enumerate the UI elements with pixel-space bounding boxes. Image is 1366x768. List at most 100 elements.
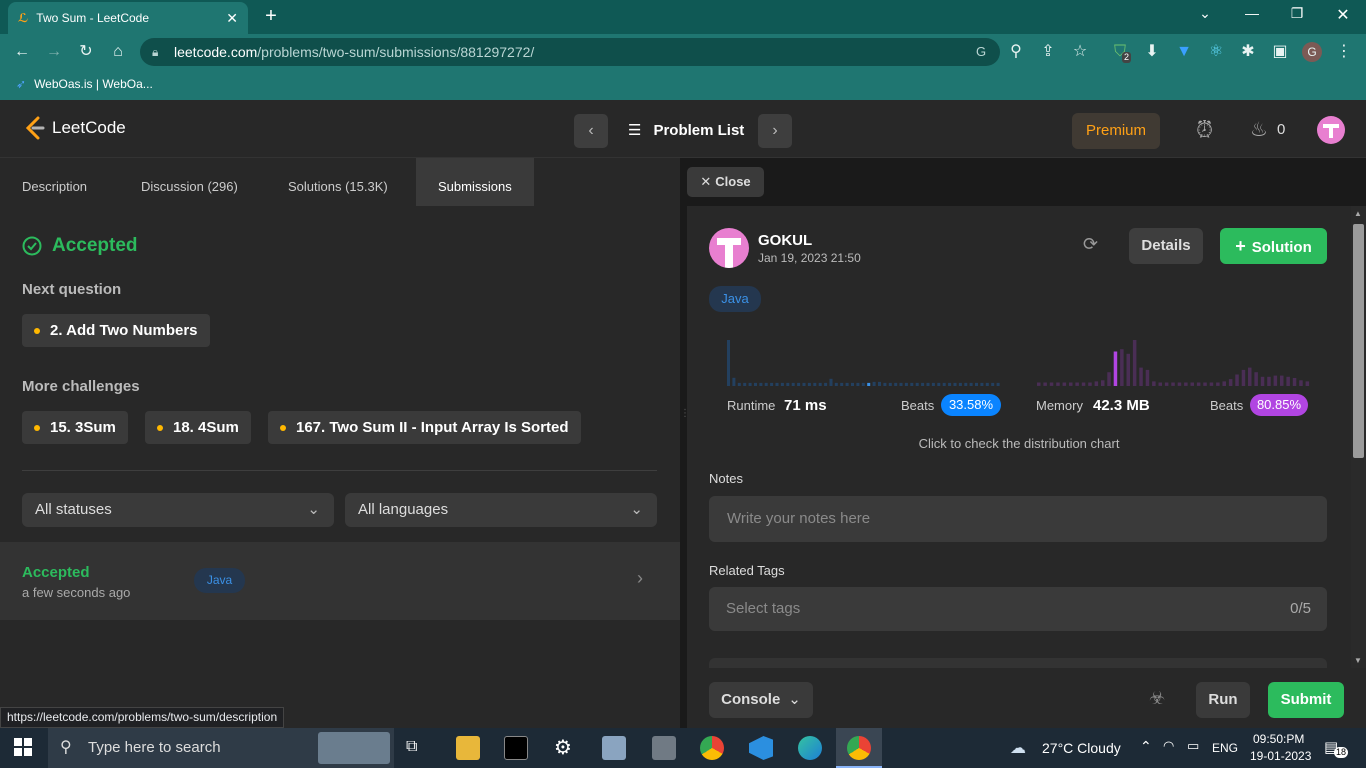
leetcode-logo[interactable]: LeetCode	[24, 116, 126, 140]
windows-taskbar: ⚲ Type here to search ⧉ ⚙ ☁ 27°C Cloudy …	[0, 728, 1366, 768]
run-button[interactable]: Run	[1196, 682, 1250, 718]
next-problem-button[interactable]: ›	[758, 114, 792, 148]
challenge-chip[interactable]: 18. 4Sum	[145, 411, 251, 444]
extensions-puzzle-icon[interactable]: ✱	[1238, 42, 1258, 62]
status-filter-select[interactable]: All statuses ⌄	[22, 493, 334, 527]
prev-problem-button[interactable]: ‹	[574, 114, 608, 148]
distribution-bar	[780, 382, 784, 386]
zoom-icon[interactable]: ⚲	[1006, 42, 1026, 62]
clock-date[interactable]: 19-01-2023	[1250, 749, 1311, 763]
distribution-bar	[915, 382, 919, 386]
distribution-bar	[824, 382, 828, 386]
chrome-icon	[847, 736, 871, 760]
challenge-chip[interactable]: 167. Two Sum II - Input Array Is Sorted	[268, 411, 581, 444]
debug-bug-icon[interactable]: ☣	[1149, 688, 1165, 709]
notifications-icon[interactable]: ▤ 18	[1324, 738, 1349, 758]
settings-gear-icon[interactable]: ⚙	[554, 735, 572, 760]
scroll-up-icon[interactable]: ▲	[1354, 209, 1362, 218]
alarm-clock-icon[interactable]: ⏰︎	[1196, 117, 1213, 143]
edge-icon[interactable]	[798, 736, 822, 760]
console-button[interactable]: Console ⌄	[709, 682, 813, 718]
close-button[interactable]: ✕ Close	[687, 167, 764, 197]
vscode-icon[interactable]	[749, 736, 773, 760]
distribution-bar	[807, 382, 811, 386]
url-path: /problems/two-sum/submissions/881297272/	[257, 44, 535, 60]
chrome-profile-icon[interactable]	[700, 736, 724, 760]
browser-tab[interactable]: ℒ Two Sum - LeetCode ✕	[8, 2, 248, 34]
address-bar[interactable]: 🔒︎ leetcode.com/problems/two-sum/submiss…	[140, 38, 1000, 66]
side-panel-icon[interactable]: ▣	[1270, 42, 1290, 62]
solution-button[interactable]: + Solution	[1220, 228, 1327, 264]
task-view-icon[interactable]: ⧉	[406, 738, 417, 756]
chrome-active-app[interactable]	[836, 728, 882, 768]
submit-button[interactable]: Submit	[1268, 682, 1344, 718]
back-icon[interactable]: ←	[12, 42, 32, 62]
tray-chevron-up-icon[interactable]: ⌃	[1140, 738, 1152, 755]
bookmark-item[interactable]: ➶ WebOas.is | WebOa...	[16, 77, 153, 91]
share-icon[interactable]: ⇪	[1038, 42, 1058, 62]
tab-close-icon[interactable]: ✕	[226, 10, 238, 27]
user-avatar[interactable]	[1317, 116, 1345, 144]
scrollbar[interactable]: ▲ ▼	[1351, 206, 1366, 668]
next-question-chip[interactable]: 2. Add Two Numbers	[22, 314, 210, 347]
google-icon[interactable]: G	[976, 38, 986, 66]
new-tab-button[interactable]: +	[260, 6, 282, 28]
tab-description[interactable]: Description	[22, 158, 87, 206]
medium-dot-icon	[280, 425, 286, 432]
problem-list-button[interactable]: ☰ Problem List	[628, 114, 744, 148]
vpn-extension-icon[interactable]: ▼	[1174, 42, 1194, 62]
home-icon[interactable]: ⌂	[108, 42, 128, 62]
calculator-icon[interactable]	[652, 736, 676, 760]
language-filter-select[interactable]: All languages ⌄	[345, 493, 657, 527]
user-avatar[interactable]	[709, 228, 749, 268]
download-extension-icon[interactable]: ⬇	[1142, 42, 1162, 62]
bookmark-star-icon[interactable]: ☆	[1070, 42, 1090, 62]
runtime-distribution-chart[interactable]	[727, 336, 1002, 386]
clock-time[interactable]: 09:50:PM	[1253, 732, 1304, 746]
forward-icon[interactable]: →	[44, 42, 64, 62]
distribution-bar	[910, 382, 914, 386]
tags-select[interactable]: Select tags 0/5	[709, 587, 1327, 631]
tab-submissions[interactable]: Submissions	[416, 158, 534, 206]
minimize-button[interactable]: —	[1237, 5, 1267, 27]
browser-toolbar: ← → ↻ ⌂ 🔒︎ leetcode.com/problems/two-sum…	[0, 34, 1366, 70]
distribution-bar	[975, 382, 978, 386]
challenge-chip[interactable]: 15. 3Sum	[22, 411, 128, 444]
profile-avatar[interactable]: G	[1302, 42, 1322, 62]
share-link-icon[interactable]: ⟳	[1083, 234, 1098, 255]
distribution-bar	[1286, 376, 1290, 386]
file-explorer-icon[interactable]	[456, 736, 480, 760]
wifi-icon[interactable]: ◠	[1163, 738, 1174, 754]
windows-start-icon[interactable]	[14, 738, 34, 758]
streak-flame-icon[interactable]: ♨	[1250, 117, 1268, 142]
tab-solutions[interactable]: Solutions (15.3K)	[288, 158, 388, 206]
language-filter-value: All languages	[358, 501, 449, 518]
terminal-icon[interactable]	[504, 736, 528, 760]
distribution-bar	[969, 382, 973, 386]
restore-button[interactable]: ❐	[1282, 5, 1312, 27]
submission-row[interactable]: Accepted a few seconds ago Java ›	[0, 542, 680, 620]
shield-extension-icon[interactable]: ⛉ 2	[1110, 42, 1132, 63]
photos-icon[interactable]	[602, 736, 626, 760]
premium-button[interactable]: Premium	[1072, 113, 1160, 149]
react-devtools-icon[interactable]: ⚛	[1206, 42, 1226, 62]
list-icon: ☰	[628, 122, 642, 139]
bookmarks-bar: ➶ WebOas.is | WebOa...	[0, 70, 1366, 100]
details-button[interactable]: Details	[1129, 228, 1203, 264]
tab-discussion[interactable]: Discussion (296)	[141, 158, 238, 206]
close-window-button[interactable]: ✕	[1328, 5, 1358, 27]
taskbar-search[interactable]: ⚲ Type here to search	[48, 728, 394, 768]
notes-input[interactable]: Write your notes here	[709, 496, 1327, 542]
scroll-thumb[interactable]	[1353, 224, 1364, 458]
language-indicator[interactable]: ENG	[1212, 741, 1238, 755]
distribution-hint[interactable]: Click to check the distribution chart	[687, 436, 1351, 451]
battery-icon[interactable]: ▭	[1187, 738, 1199, 754]
scroll-down-icon[interactable]: ▼	[1354, 656, 1362, 665]
resize-handle[interactable]: ⋮	[680, 408, 690, 428]
memory-distribution-chart[interactable]	[1037, 336, 1312, 386]
menu-kebab-icon[interactable]: ⋮	[1334, 42, 1354, 62]
tab-search-icon[interactable]: ⌄	[1190, 5, 1220, 27]
username[interactable]: GOKUL	[758, 232, 812, 249]
reload-icon[interactable]: ↻	[76, 42, 96, 62]
weather-text[interactable]: 27°C Cloudy	[1042, 740, 1121, 756]
